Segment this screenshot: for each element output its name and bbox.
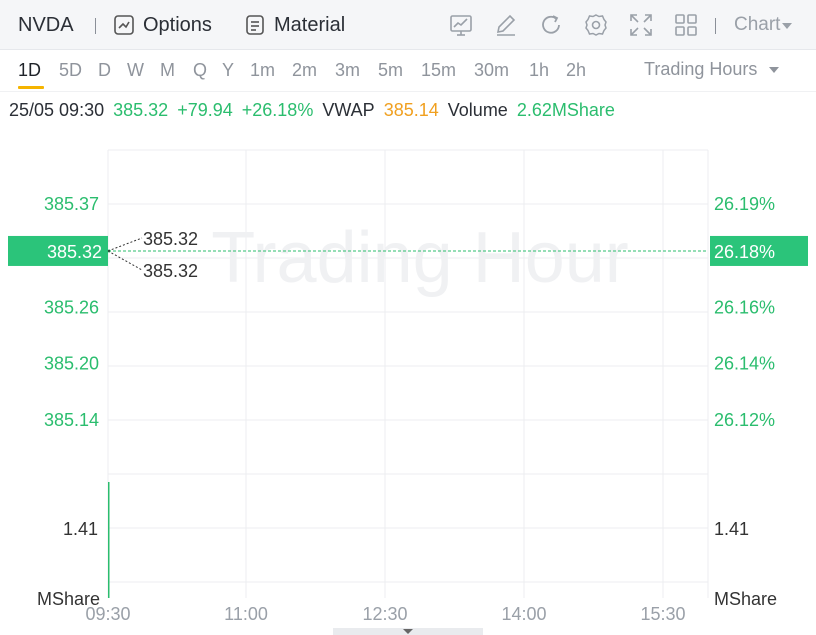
current-price-value: 385.32 <box>47 242 102 262</box>
percent-axis-tick: 26.14% <box>714 354 775 374</box>
options-icon <box>113 14 135 36</box>
time-axis-tick: 15:30 <box>640 604 685 624</box>
time-axis-tick: 09:30 <box>85 604 130 624</box>
time-axis-tick: 12:30 <box>362 604 407 624</box>
layout-icon[interactable] <box>673 12 699 38</box>
percent-axis-tick: 26.16% <box>714 297 775 317</box>
refresh-icon[interactable] <box>538 12 564 38</box>
price-axis-tick: 385.26 <box>44 297 99 317</box>
tab-period-2m[interactable]: 2m <box>292 59 317 83</box>
volume-axis-tick-right: 1.41 <box>714 519 749 539</box>
quote-change: +79.94 <box>177 100 233 120</box>
settings-icon[interactable] <box>583 12 609 38</box>
current-percent-value: 26.18% <box>714 242 775 262</box>
tab-period-2h[interactable]: 2h <box>566 59 586 83</box>
volume-bar <box>108 482 110 598</box>
annotation-low: 385.32 <box>143 261 198 281</box>
quote-change-pct: +26.18% <box>241 100 314 120</box>
tab-period-1d[interactable]: 1D <box>18 59 41 83</box>
volume-value: 2.62MShare <box>516 100 615 120</box>
toolbar-divider <box>95 18 96 34</box>
tab-period-y[interactable]: Y <box>222 59 234 83</box>
material-label: Material <box>274 13 346 36</box>
chevron-down-icon <box>782 22 793 29</box>
tab-period-15m[interactable]: 15m <box>421 59 456 83</box>
trading-hours-dropdown[interactable]: Trading Hours <box>644 59 780 80</box>
tab-period-d[interactable]: D <box>98 59 111 83</box>
symbol-text: NVDA <box>18 13 74 36</box>
symbol-label[interactable]: NVDA <box>18 0 74 50</box>
volume-label: Volume <box>447 100 508 120</box>
annotation-leader-high <box>107 237 143 252</box>
material-icon <box>244 14 266 36</box>
intraday-chart[interactable]: Trading Hour 385.37 385.26 385.20 385.14 26.… <box>0 125 816 628</box>
volume-axis-unit-right: MShare <box>714 589 777 609</box>
tab-period-m[interactable]: M <box>160 59 175 83</box>
tab-period-3m[interactable]: 3m <box>335 59 360 83</box>
tab-period-5d[interactable]: 5D <box>59 59 82 83</box>
draw-icon[interactable] <box>493 12 519 38</box>
tab-period-q[interactable]: Q <box>193 59 207 83</box>
toolbar-divider <box>715 18 716 34</box>
trading-hours-label: Trading Hours <box>644 59 758 79</box>
annotation-high: 385.32 <box>143 229 198 249</box>
vwap-label: VWAP <box>322 100 375 120</box>
indicator-icon[interactable] <box>448 12 474 38</box>
tab-period-5m[interactable]: 5m <box>378 59 403 83</box>
annotation-leader-low <box>107 250 143 271</box>
volume-axis-tick: 1.41 <box>63 519 98 539</box>
percent-axis-tick: 26.19% <box>714 194 775 214</box>
fullscreen-icon[interactable] <box>628 12 654 38</box>
tab-period-w[interactable]: W <box>127 59 144 83</box>
time-axis-tick: 11:00 <box>224 604 268 624</box>
chart-type-label: Chart <box>734 14 781 35</box>
watermark-text: Trading Hour <box>211 218 629 298</box>
vwap-value: 385.14 <box>383 100 439 120</box>
tab-period-1m[interactable]: 1m <box>250 59 275 83</box>
tab-period-1h[interactable]: 1h <box>529 59 549 83</box>
price-axis-tick: 385.14 <box>44 410 99 430</box>
options-button[interactable]: Options <box>113 0 212 50</box>
price-axis-tick: 385.37 <box>44 194 99 214</box>
price-axis-tick: 385.20 <box>44 354 99 374</box>
material-button[interactable]: Material <box>244 0 345 50</box>
options-label: Options <box>143 13 212 36</box>
chart-type-dropdown[interactable]: Chart <box>734 0 793 50</box>
pane-resize-handle[interactable] <box>333 628 483 635</box>
time-axis-tick: 14:00 <box>501 604 546 624</box>
quote-datetime: 25/05 09:30 <box>9 100 105 120</box>
quote-price: 385.32 <box>113 100 169 120</box>
chart-toolbar: NVDA Options Material Chart <box>0 0 816 50</box>
chevron-down-icon <box>769 67 780 73</box>
tab-period-30m[interactable]: 30m <box>474 59 509 83</box>
active-tab-indicator <box>18 86 44 89</box>
chevron-down-icon <box>403 629 413 634</box>
quote-info-bar: 25/05 09:30 385.32 +79.94 +26.18% VWAP 3… <box>9 98 619 122</box>
percent-axis-tick: 26.12% <box>714 410 775 430</box>
